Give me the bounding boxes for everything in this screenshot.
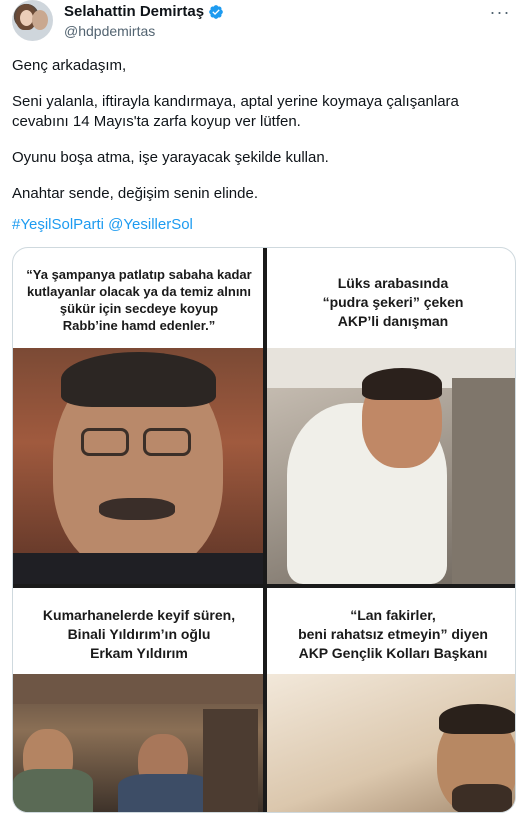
author-name-row[interactable]: Selahattin Demirtaş [64, 3, 224, 20]
panel-photo-portrait[interactable] [13, 348, 263, 584]
panel-divider-horizontal [13, 584, 515, 588]
tweet-media[interactable]: “Ya şampanya patlatıp sabaha kadar kutla… [12, 247, 516, 813]
mention-link[interactable]: @YesillerSol [108, 216, 193, 233]
tweet-paragraph: Genç arkadaşım, [12, 57, 127, 74]
more-options-icon[interactable]: ··· [488, 0, 512, 24]
verified-badge-icon [209, 4, 223, 19]
panel-caption: Lüks arabasında “pudra şekeri” çeken AKP… [322, 275, 464, 329]
panel-caption: “Lan fakirler, beni rahatsız etmeyin” di… [298, 607, 488, 661]
avatar[interactable] [12, 0, 53, 41]
tweet-paragraph: Seni yalanla, iftirayla kandırmaya, apta… [12, 93, 459, 130]
panel-photo-casino[interactable] [13, 674, 263, 812]
tweet-hashtags: #YeşilSolParti @YesillerSol [12, 215, 193, 235]
panel-caption: Kumarhanelerde keyif süren, Binali Yıldı… [42, 607, 236, 661]
author-name[interactable]: Selahattin Demirtaş [64, 3, 204, 20]
tweet-text: Genç arkadaşım, Seni yalanla, iftirayla … [12, 56, 502, 220]
hashtag-link[interactable]: #YeşilSolParti [12, 216, 104, 233]
panel-caption: “Ya şampanya patlatıp sabaha kadar kutla… [26, 267, 252, 333]
panel-photo-selfie[interactable] [267, 674, 515, 812]
author-handle[interactable]: @hdpdemirtas [64, 23, 155, 39]
tweet-paragraph: Oyunu boşa atma, işe yarayacak şekilde k… [12, 149, 329, 166]
tweet-header: Selahattin Demirtaş @hdpdemirtas ··· [12, 0, 512, 44]
tweet-paragraph: Anahtar sende, değişim senin elinde. [12, 185, 258, 202]
panel-photo-car[interactable] [267, 348, 515, 584]
